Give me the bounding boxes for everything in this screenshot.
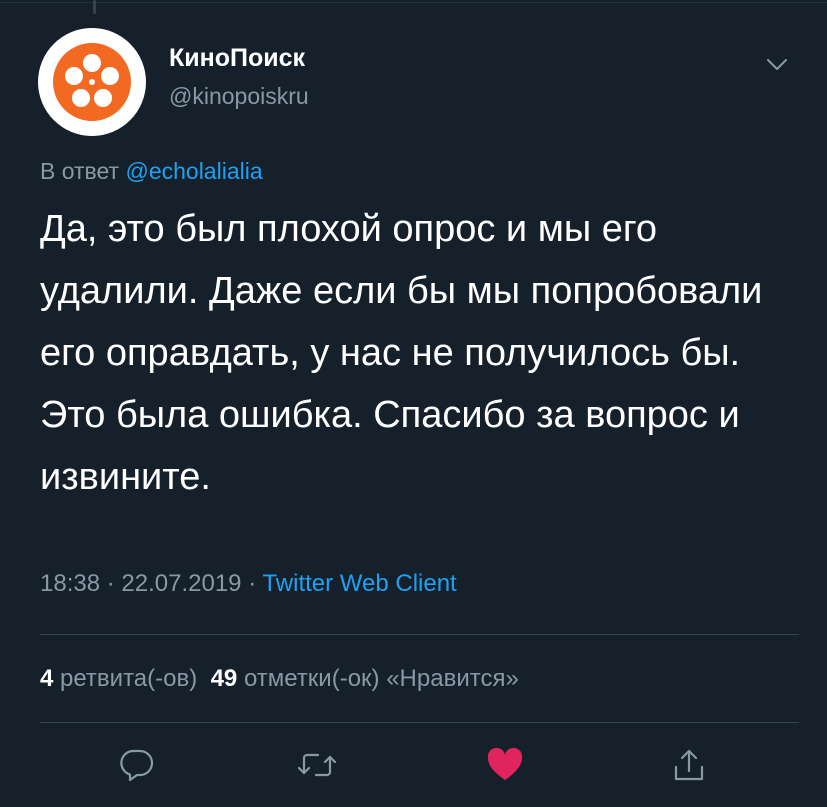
- share-button[interactable]: [666, 742, 712, 788]
- top-border: [0, 2, 827, 3]
- user-handle[interactable]: @kinopoiskru: [169, 83, 309, 110]
- heart-icon: [487, 747, 523, 780]
- chevron-down-icon[interactable]: [762, 54, 792, 74]
- tweet-text: Да, это был плохой опрос и мы его удалил…: [40, 208, 763, 498]
- tweet-date[interactable]: 22.07.2019: [121, 570, 241, 597]
- likes-count[interactable]: 49: [211, 665, 238, 692]
- tweet-client-link[interactable]: Twitter Web Client: [262, 570, 456, 597]
- meta-separator: ·: [106, 570, 115, 597]
- retweet-icon: [298, 753, 336, 777]
- retweet-button[interactable]: [294, 742, 340, 788]
- retweets-count[interactable]: 4: [40, 665, 53, 692]
- reply-icon: [120, 749, 154, 782]
- divider: [40, 634, 799, 635]
- reply-prefix: В ответ: [40, 158, 120, 184]
- kinopoisk-logo-icon: [53, 43, 131, 121]
- retweets-label[interactable]: ретвита(-ов): [60, 665, 197, 692]
- reply-context: В ответ @echolalialia: [40, 158, 263, 185]
- display-name[interactable]: КиноПоиск: [169, 44, 305, 73]
- tweet-meta: 18:38 · 22.07.2019 · Twitter Web Client: [40, 570, 457, 598]
- tweet-time[interactable]: 18:38: [40, 570, 100, 597]
- reply-button[interactable]: [114, 742, 160, 788]
- like-button[interactable]: [482, 742, 528, 788]
- tweet-stats: 4 ретвита(-ов) 49 отметки(-ок) «Нравится…: [40, 665, 519, 693]
- thread-line: [93, 0, 96, 14]
- meta-separator: ·: [248, 570, 257, 597]
- divider: [40, 722, 799, 723]
- likes-label[interactable]: отметки(-ок) «Нравится»: [244, 665, 519, 692]
- share-icon: [674, 749, 704, 781]
- avatar[interactable]: [38, 28, 146, 136]
- reply-mention-link[interactable]: @echolalialia: [125, 158, 262, 184]
